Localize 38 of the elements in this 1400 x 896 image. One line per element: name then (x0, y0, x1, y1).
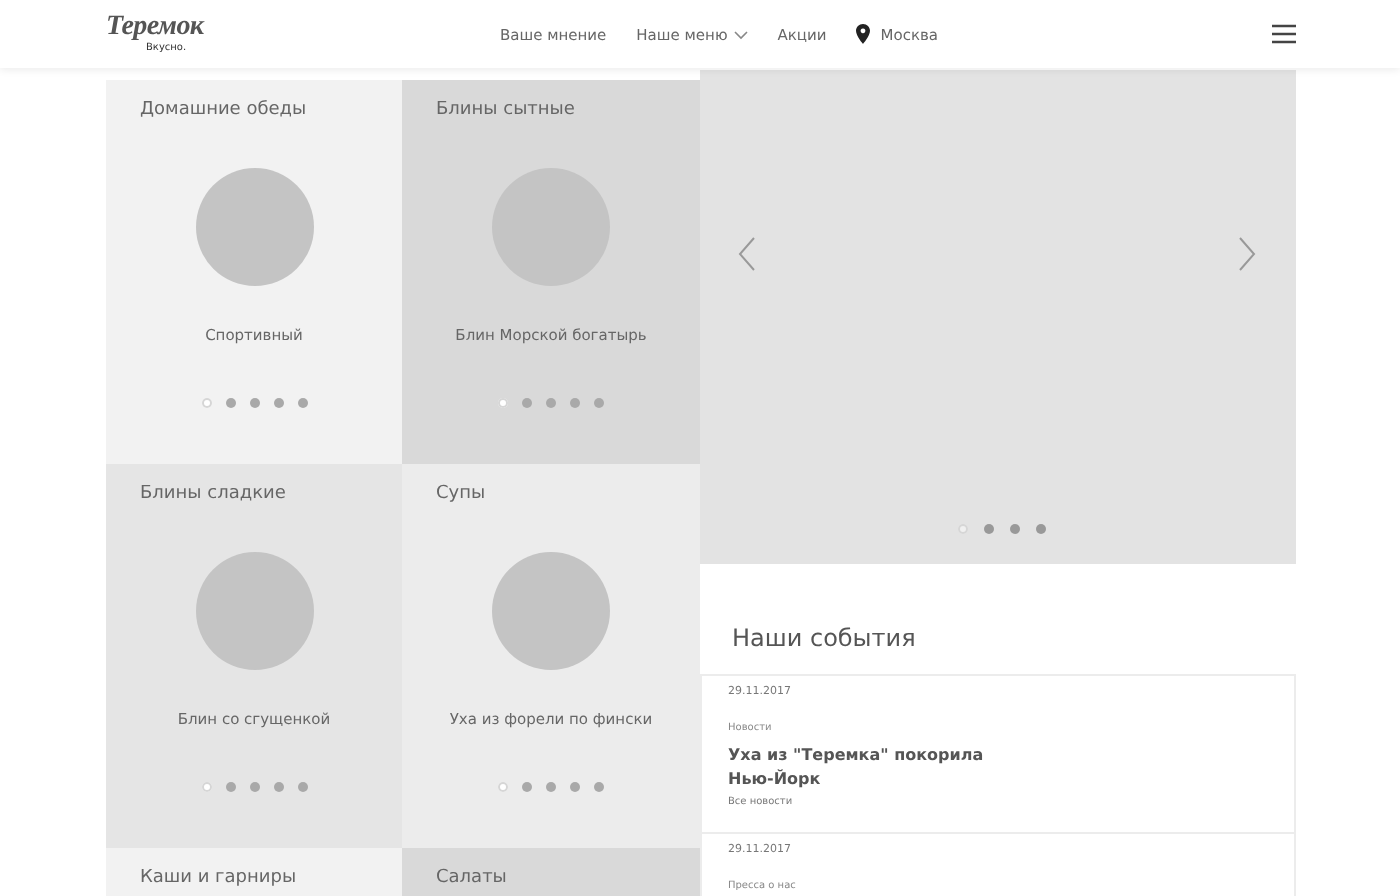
category-title: Блины сытные (436, 100, 575, 120)
news-headline[interactable]: Уха из "Теремка" покорила Нью-Йорк (728, 744, 1008, 792)
carousel-dot[interactable] (570, 398, 580, 408)
carousel-dot[interactable] (225, 782, 235, 792)
carousel-dot[interactable] (958, 524, 968, 534)
carousel-dot[interactable] (225, 398, 235, 408)
carousel-dot[interactable] (1010, 524, 1020, 534)
category-title: Каши и гарниры (140, 868, 297, 888)
carousel-dot[interactable] (201, 398, 211, 408)
logo[interactable]: Теремок (106, 14, 204, 42)
category-title: Салаты (436, 868, 507, 888)
carousel-dot[interactable] (594, 782, 604, 792)
carousel-dot[interactable] (273, 782, 283, 792)
category-title: Домашние обеды (140, 100, 307, 120)
menu-category-card[interactable]: Каши и гарниры (106, 848, 402, 896)
carousel-dot[interactable] (249, 782, 259, 792)
section-title: Наши события (732, 624, 918, 652)
carousel-dot[interactable] (249, 398, 259, 408)
category-title: Супы (436, 484, 486, 504)
menu-icon[interactable] (1272, 24, 1296, 44)
carousel-dot[interactable] (297, 782, 307, 792)
carousel-dot[interactable] (297, 398, 307, 408)
caret-icon (733, 29, 748, 39)
carousel-dot[interactable] (984, 524, 994, 534)
carousel-dot[interactable] (570, 782, 580, 792)
category-title: Блины сладкие (140, 484, 286, 504)
carousel-dot[interactable] (522, 398, 532, 408)
location-pin-icon (856, 24, 871, 44)
carousel-dot[interactable] (594, 398, 604, 408)
carousel-dot[interactable] (1036, 524, 1046, 534)
carousel-dot[interactable] (522, 782, 532, 792)
menu-category-card[interactable]: Салаты (402, 848, 700, 896)
carousel-dot[interactable] (546, 782, 556, 792)
carousel-dot[interactable] (546, 398, 556, 408)
carousel-dot[interactable] (498, 398, 508, 408)
carousel-dot[interactable] (201, 782, 211, 792)
carousel-dot[interactable] (498, 782, 508, 792)
carousel-dot[interactable] (273, 398, 283, 408)
